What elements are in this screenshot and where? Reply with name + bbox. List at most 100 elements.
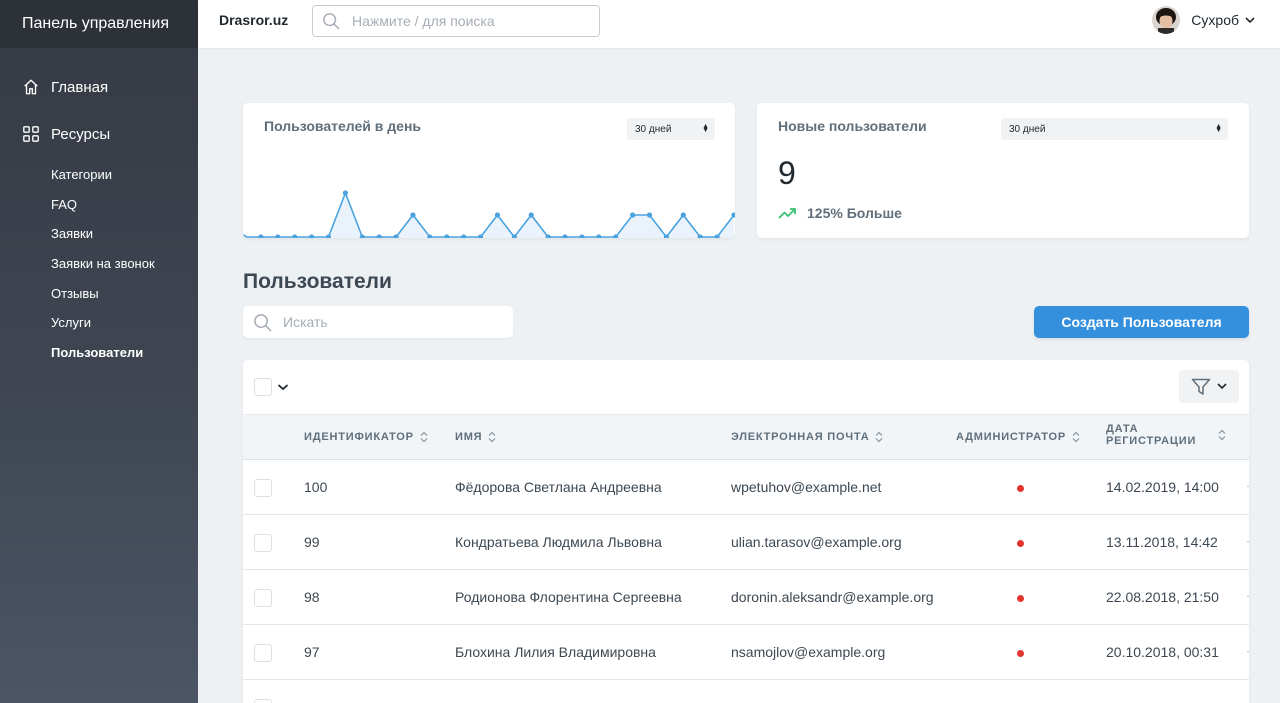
users-search-input[interactable] — [283, 314, 503, 330]
table-row-partial[interactable] — [243, 680, 1249, 703]
admin-status-dot — [1017, 595, 1024, 602]
period-select[interactable]: 30 дней ▲ ▼ — [627, 118, 715, 140]
sidebar-item-label: Главная — [51, 78, 109, 96]
column-id[interactable]: ИДЕНТИФИКАТОР — [304, 431, 428, 443]
cell-id: 100 — [304, 479, 328, 495]
brand-name[interactable]: Drasror.uz — [219, 12, 288, 28]
new-users-count: 9 — [778, 155, 796, 191]
dashboard-title[interactable]: Панель управления — [22, 15, 169, 33]
sidebar-item-categories[interactable]: Категории — [0, 160, 198, 190]
select-all-checkbox[interactable] — [254, 378, 272, 396]
sparkline-point — [461, 234, 467, 238]
admin-status-dot — [1017, 485, 1024, 492]
sparkline-point — [579, 234, 585, 238]
row-actions-edge[interactable] — [1247, 596, 1249, 597]
row-actions-edge[interactable] — [1247, 651, 1249, 652]
create-user-button[interactable]: Создать Пользователя — [1034, 306, 1249, 338]
sidebar-item-services[interactable]: Услуги — [0, 308, 198, 338]
row-actions-edge[interactable] — [1247, 541, 1249, 542]
table-row[interactable]: 99 Кондратьева Людмила Львовна ulian.tar… — [243, 515, 1249, 570]
sparkline-point — [444, 234, 450, 238]
chevron-down-icon[interactable] — [277, 382, 289, 392]
sparkline-point — [528, 212, 534, 218]
filter-button[interactable] — [1179, 370, 1239, 403]
search-icon — [323, 13, 340, 30]
page-title: Пользователи — [243, 270, 392, 293]
chevron-down-icon — [1245, 16, 1255, 23]
sidebar-item-label: Ресурсы — [51, 125, 111, 143]
cell-name: Родионова Флорентина Сергеевна — [455, 589, 682, 605]
cell-email: doronin.aleksandr@example.org — [731, 589, 934, 605]
cell-date: 22.08.2018, 21:50 — [1106, 589, 1219, 605]
sort-icon — [1218, 429, 1226, 441]
sparkline-point — [275, 234, 281, 238]
row-checkbox[interactable] — [254, 589, 272, 607]
row-checkbox[interactable] — [254, 479, 272, 497]
sidebar-item-faq[interactable]: FAQ — [0, 190, 198, 220]
cell-date: 13.11.2018, 14:42 — [1106, 534, 1218, 550]
sidebar: Панель управления Главная Ресурсы Катего… — [0, 0, 198, 703]
row-checkbox[interactable] — [254, 534, 272, 552]
cell-email: wpetuhov@example.net — [731, 479, 882, 495]
period-select[interactable]: 30 дней ▲ ▼ — [1001, 118, 1228, 140]
home-icon — [24, 79, 38, 95]
global-search-input[interactable] — [352, 13, 572, 29]
table-toolbar — [243, 360, 1249, 414]
column-registration-date[interactable]: ДАТА РЕГИСТРАЦИИ — [1106, 423, 1226, 447]
table-row[interactable]: 100 Фёдорова Светлана Андреевна wpetuhov… — [243, 460, 1249, 515]
card-title: Новые пользователи — [778, 118, 927, 134]
resources-submenu: Категории FAQ Заявки Заявки на звонок От… — [0, 160, 198, 368]
period-select-value: 30 дней — [635, 123, 672, 135]
row-actions-edge[interactable] — [1247, 486, 1249, 487]
column-label: ИМЯ — [455, 431, 483, 443]
row-checkbox[interactable] — [254, 644, 272, 662]
admin-status-dot — [1017, 540, 1024, 547]
cell-email: nsamojlov@example.org — [731, 644, 886, 660]
sidebar-header: Панель управления — [0, 0, 198, 48]
sort-icon — [1072, 431, 1080, 443]
sparkline-point — [410, 212, 416, 218]
cell-date: 20.10.2018, 00:31 — [1106, 644, 1219, 660]
sparkline-area — [244, 193, 734, 238]
cell-id: 99 — [304, 534, 320, 550]
table-row[interactable]: 97 Блохина Лилия Владимировна nsamojlov@… — [243, 625, 1249, 680]
column-email[interactable]: ЭЛЕКТРОННАЯ ПОЧТА — [731, 431, 883, 443]
sidebar-item-call-requests[interactable]: Заявки на звонок — [0, 249, 198, 279]
chevron-down-icon — [1217, 383, 1227, 390]
select-arrows-icon: ▲ ▼ — [1215, 123, 1222, 134]
filter-icon — [1191, 378, 1211, 395]
users-search[interactable] — [243, 306, 513, 338]
cell-date: 14.02.2019, 14:00 — [1106, 479, 1219, 495]
cell-name: Кондратьева Людмила Львовна — [455, 534, 662, 550]
avatar — [1152, 6, 1181, 34]
column-name[interactable]: ИМЯ — [455, 431, 496, 443]
column-label: ДАТА РЕГИСТРАЦИИ — [1106, 423, 1196, 447]
sidebar-item-requests[interactable]: Заявки — [0, 219, 198, 249]
row-checkbox[interactable] — [254, 699, 272, 703]
sidebar-item-resources[interactable]: Ресурсы — [0, 122, 198, 146]
sort-icon — [488, 431, 496, 443]
search-icon — [254, 313, 272, 331]
user-name: Сухроб — [1191, 12, 1239, 28]
column-admin[interactable]: АДМИНИСТРАТОР — [956, 431, 1080, 443]
sparkline-point — [646, 212, 653, 218]
sparkline-point — [342, 190, 348, 196]
global-search[interactable] — [312, 5, 600, 37]
cell-name: Блохина Лилия Владимировна — [455, 644, 656, 660]
column-label: ИДЕНТИФИКАТОР — [304, 431, 414, 443]
cell-email: ulian.tarasov@example.org — [731, 534, 902, 550]
column-label: АДМИНИСТРАТОР — [956, 431, 1067, 443]
sort-icon — [420, 431, 428, 443]
user-menu[interactable]: Сухроб — [1152, 6, 1255, 34]
sparkline-point — [680, 212, 686, 218]
sidebar-item-home[interactable]: Главная — [0, 75, 198, 99]
sidebar-item-reviews[interactable]: Отзывы — [0, 279, 198, 309]
table-row[interactable]: 98 Родионова Флорентина Сергеевна doroni… — [243, 570, 1249, 625]
card-title: Пользователей в день — [264, 118, 422, 134]
trend-indicator: 125% Больше — [778, 205, 902, 221]
sort-icon — [876, 431, 883, 443]
sidebar-item-users[interactable]: Пользователи — [0, 338, 198, 368]
cell-name: Фёдорова Светлана Андреевна — [455, 479, 662, 495]
sparkline-point — [258, 234, 264, 238]
trending-up-icon — [778, 208, 796, 219]
